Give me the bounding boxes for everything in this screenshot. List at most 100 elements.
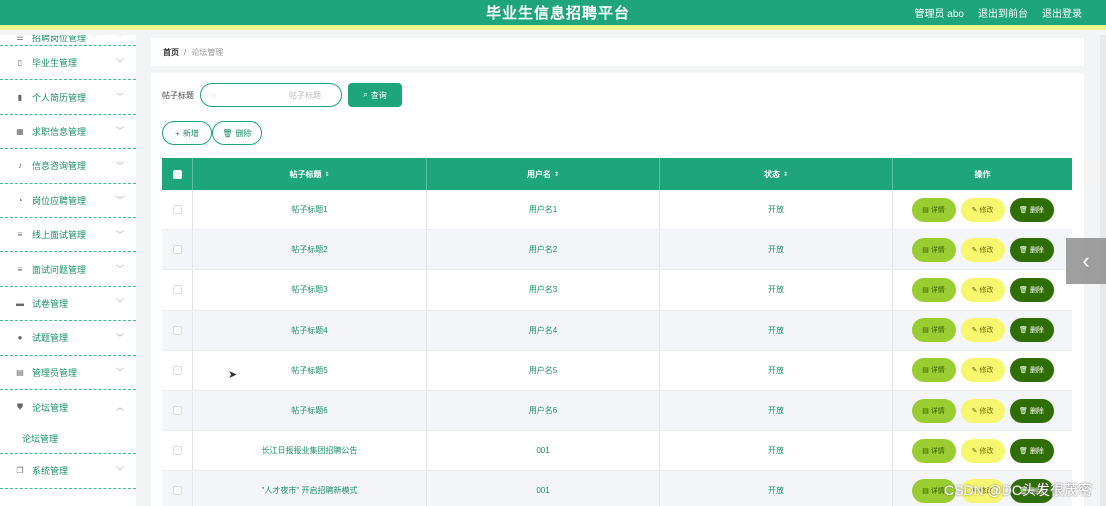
table-row: 帖子标题3 用户名3 开放 ▤ 详情 ✎ 修改 🗑 删除 <box>162 270 1072 311</box>
plus-icon: + <box>175 128 180 138</box>
admin-user-link[interactable]: 管理员 abo <box>915 5 964 20</box>
sort-icon: ⇕ <box>782 171 789 178</box>
sidebar-item-forum[interactable]: ⛊ 论坛管理 ︿ <box>0 390 136 424</box>
sidebar-item-resumes[interactable]: ▮ 个人简历管理 ﹀ <box>0 80 136 115</box>
logout-link[interactable]: 退出登录 <box>1042 5 1082 20</box>
cell-ops: ▤ 详情 ✎ 修改 🗑 删除 <box>893 431 1072 470</box>
col-user[interactable]: 用户名 ⇕ <box>427 158 660 190</box>
sidebar-item-admins[interactable]: ▤ 管理员管理 ﹀ <box>0 356 136 390</box>
sidebar-subitem-forum[interactable]: 论坛管理 <box>0 424 136 455</box>
row-check-cell <box>162 390 193 431</box>
chevron-down-icon: ﹀ <box>116 230 124 240</box>
sidebar-item-job-seeking[interactable]: ▦ 求职信息管理 ﹀ <box>0 115 136 150</box>
collapse-arrow-button[interactable]: ‹ <box>1066 238 1106 284</box>
sidebar-item-consulting[interactable]: ♪ 信息咨询管理 ﹀ <box>0 149 136 184</box>
breadcrumb-separator: / <box>184 47 187 57</box>
edit-button[interactable]: ✎ 修改 <box>960 358 1005 383</box>
mic-icon: ♪ <box>18 161 22 171</box>
pencil-icon: ✎ <box>971 286 978 294</box>
chevron-left-icon: ‹ <box>1082 248 1090 273</box>
cell-user: 001 <box>427 471 660 506</box>
delete-button[interactable]: 🗑 删除 <box>1009 358 1054 383</box>
watermark: CSDN @DC头发很茂密 <box>944 482 1092 498</box>
grid-icon: ▦ <box>16 126 24 136</box>
top-header: 毕业生信息招聘平台 管理员 abo 退出到前台 退出登录 <box>0 0 1106 30</box>
detail-button[interactable]: ▤ 详情 <box>911 197 956 222</box>
doc-icon: ▤ <box>922 447 929 455</box>
edit-button[interactable]: ✎ 修改 <box>960 398 1005 423</box>
breadcrumb-home[interactable]: 首页 <box>163 47 179 58</box>
select-all-checkbox[interactable] <box>172 169 182 179</box>
delete-button[interactable]: 🗑 删除 <box>1009 318 1054 343</box>
sidebar-item-system[interactable]: ❐ 系统管理 ﹀ <box>0 454 136 489</box>
cell-status: 开放 <box>660 350 893 390</box>
batch-delete-button[interactable]: 🗑 删除 <box>212 121 262 145</box>
sidebar-item-interview-questions[interactable]: ≡ 面试问题管理 ﹀ <box>0 252 136 287</box>
row-actions: ▤ 详情 ✎ 修改 🗑 删除 <box>911 277 1054 302</box>
row-checkbox[interactable] <box>172 205 182 215</box>
edit-button[interactable]: ✎ 修改 <box>960 277 1005 302</box>
col-title[interactable]: 帖子标题 ⇕ <box>193 158 427 190</box>
edit-button[interactable]: ✎ 修改 <box>960 197 1005 222</box>
cell-status: 开放 <box>660 310 893 350</box>
monitor-icon: ▬ <box>16 298 24 308</box>
doc-icon: ▤ <box>922 487 929 495</box>
trash-icon: 🗑 <box>1019 246 1028 254</box>
chevron-down-icon: ﹀ <box>116 126 124 136</box>
row-checkbox[interactable] <box>172 245 182 255</box>
search-placeholder: 帖子标题 <box>289 91 321 100</box>
cell-user: 用户名2 <box>427 230 660 270</box>
sidebar-item-job-posts[interactable]: ☰ 招聘岗位管理 ﹀ <box>0 35 136 46</box>
delete-button[interactable]: 🗑 删除 <box>1009 237 1054 262</box>
cell-ops: ▤ 详情 ✎ 修改 🗑 删除 <box>893 270 1072 309</box>
row-checkbox[interactable] <box>172 325 182 335</box>
detail-button[interactable]: ▤ 详情 <box>911 318 956 343</box>
trash-icon: 🗑 <box>1019 407 1028 415</box>
search-bar: 帖子标题 ○ 帖子标题 ⌕ 查询 <box>162 83 402 107</box>
row-checkbox[interactable] <box>172 406 182 416</box>
sidebar: ☰ 招聘岗位管理 ﹀ ▯ 毕业生管理 ﹀ ▮ 个人简历管理 ﹀ ▦ 求职信息管理 ﹀ ♪ 信息咨询… <box>0 35 136 506</box>
detail-button[interactable]: ▤ 详情 <box>911 277 956 302</box>
col-status[interactable]: 状态 ⇕ <box>660 158 893 190</box>
detail-button[interactable]: ▤ 详情 <box>911 358 956 383</box>
search-input[interactable]: ○ 帖子标题 <box>200 83 342 107</box>
edit-button[interactable]: ✎ 修改 <box>960 237 1005 262</box>
trash-icon: 🗑 <box>1019 447 1028 455</box>
delete-button[interactable]: 🗑 删除 <box>1009 438 1054 463</box>
sidebar-item-graduates[interactable]: ▯ 毕业生管理 ﹀ <box>0 46 136 81</box>
cell-status: 开放 <box>660 431 893 471</box>
bar-chart-icon: ▮ <box>17 92 23 102</box>
sidebar-item-papers[interactable]: ▬ 试卷管理 ﹀ <box>0 287 136 322</box>
edit-button[interactable]: ✎ 修改 <box>960 438 1005 463</box>
detail-button[interactable]: ▤ 详情 <box>911 398 956 423</box>
search-icon: ⌕ <box>363 90 368 99</box>
row-checkbox[interactable] <box>172 365 182 375</box>
add-button[interactable]: + 新增 <box>162 121 212 145</box>
row-checkbox[interactable] <box>172 446 182 456</box>
detail-button[interactable]: ▤ 详情 <box>911 237 956 262</box>
row-actions: ▤ 详情 ✎ 修改 🗑 删除 <box>911 358 1054 383</box>
chevron-down-icon: ﹀ <box>116 264 124 274</box>
cell-title: 帖子标题1 <box>193 190 427 230</box>
delete-button[interactable]: 🗑 删除 <box>1009 398 1054 423</box>
exit-to-frontend-link[interactable]: 退出到前台 <box>978 5 1028 20</box>
cell-user: 用户名3 <box>427 270 660 310</box>
chevron-down-icon: ﹀ <box>116 367 124 377</box>
list-icon: ≡ <box>17 264 23 274</box>
sidebar-item-online-interview[interactable]: ≡ 线上面试管理 ﹀ <box>0 218 136 253</box>
sidebar-item-questions[interactable]: ● 试题管理 ﹀ <box>0 321 136 356</box>
chevron-down-icon: ﹀ <box>116 92 124 102</box>
sidebar-item-applications[interactable]: ◔ 岗位应聘管理 ﹀ <box>0 184 136 218</box>
detail-button[interactable]: ▤ 详情 <box>911 438 956 463</box>
row-checkbox[interactable] <box>172 486 182 496</box>
row-checkbox[interactable] <box>172 285 182 295</box>
sort-icon: ⇕ <box>553 171 560 178</box>
edit-button[interactable]: ✎ 修改 <box>960 318 1005 343</box>
doc-icon: ▤ <box>922 327 929 335</box>
doc-icon: ▤ <box>922 367 929 375</box>
row-check-cell <box>162 190 193 230</box>
query-button[interactable]: ⌕ 查询 <box>348 83 402 107</box>
pencil-icon: ✎ <box>971 327 978 335</box>
delete-button[interactable]: 🗑 删除 <box>1009 197 1054 222</box>
delete-button[interactable]: 🗑 删除 <box>1009 277 1054 302</box>
